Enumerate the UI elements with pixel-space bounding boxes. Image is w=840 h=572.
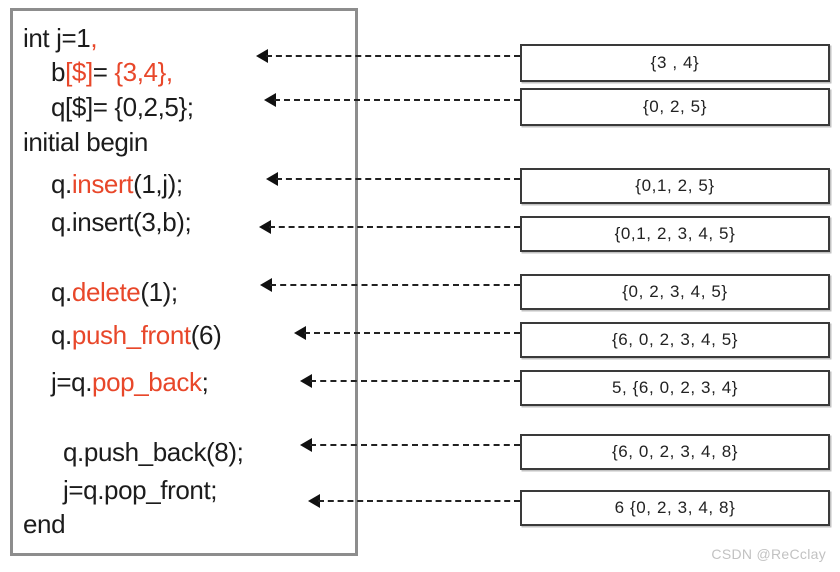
code-text: q.: [51, 320, 72, 350]
result-value: {0, 2, 3, 4, 5}: [622, 282, 728, 301]
result-value: 6 {0, 2, 3, 4, 8}: [614, 498, 736, 517]
code-line: q.push_back(8);: [13, 439, 405, 465]
code-line: b[$]= {3,4},: [13, 59, 393, 85]
code-line: j=q.pop_front;: [13, 477, 405, 503]
code-keyword: ,: [90, 23, 98, 53]
watermark: CSDN @ReCclay: [711, 546, 826, 562]
code-listing: int j=1, b[$]= {3,4}, q[$]= {0,2,5}; initia…: [13, 11, 355, 553]
code-line: q.delete(1);: [13, 279, 393, 305]
code-text: q.: [51, 277, 72, 307]
code-line: q.insert(1,j);: [13, 171, 393, 197]
result-value: {0,1, 2, 5}: [635, 176, 715, 195]
result-value: {3 , 4}: [650, 53, 700, 72]
result-pop-front: 6 {0, 2, 3, 4, 8}: [520, 490, 830, 526]
code-line: q[$]= {0,2,5};: [13, 94, 393, 120]
code-keyword: [$]: [65, 57, 93, 87]
code-line: q.insert(3,b);: [13, 209, 393, 235]
result-pop-back: 5, {6, 0, 2, 3, 4}: [520, 370, 830, 406]
result-delete-1: {0, 2, 3, 4, 5}: [520, 274, 830, 310]
result-push-front: {6, 0, 2, 3, 4, 5}: [520, 322, 830, 358]
code-line: initial begin: [13, 129, 365, 155]
code-panel: int j=1, b[$]= {3,4}, q[$]= {0,2,5}; initia…: [10, 8, 358, 556]
code-text: b: [51, 57, 66, 87]
code-text: q.insert(3,b);: [51, 207, 192, 237]
code-keyword: {3,4},: [114, 57, 173, 87]
code-text: q[$]= {0,2,5};: [51, 92, 194, 122]
code-text: (6): [190, 320, 222, 350]
code-text: q.: [51, 169, 72, 199]
code-text: ;: [201, 367, 209, 397]
code-line: j=q.pop_back;: [13, 369, 393, 395]
result-q-decl: {0, 2, 5}: [520, 88, 830, 126]
result-value: {0,1, 2, 3, 4, 5}: [614, 224, 736, 243]
code-text: end: [23, 509, 66, 539]
code-text: (1);: [140, 277, 178, 307]
result-value: {6, 0, 2, 3, 4, 5}: [611, 330, 739, 349]
code-text: =: [92, 57, 115, 87]
code-text: q.push_back(8);: [63, 437, 244, 467]
result-value: {0, 2, 5}: [642, 97, 707, 116]
code-text: int j=1: [23, 23, 91, 53]
code-line: int j=1,: [13, 25, 365, 51]
result-value: 5, {6, 0, 2, 3, 4}: [611, 378, 739, 397]
code-keyword: insert: [71, 169, 134, 199]
code-text: j=q.pop_front;: [63, 475, 218, 505]
result-value: {6, 0, 2, 3, 4, 8}: [611, 442, 739, 461]
code-text: (1,j);: [133, 169, 183, 199]
code-keyword: push_front: [71, 320, 191, 350]
result-b-decl: {3 , 4}: [520, 44, 830, 82]
code-text: j=q.: [51, 367, 93, 397]
code-line: end: [13, 511, 365, 537]
code-line: q.push_front(6): [13, 322, 393, 348]
result-push-back: {6, 0, 2, 3, 4, 8}: [520, 434, 830, 470]
code-text: initial begin: [23, 127, 148, 157]
code-keyword: delete: [71, 277, 141, 307]
result-insert-1: {0,1, 2, 5}: [520, 168, 830, 204]
result-insert-3: {0,1, 2, 3, 4, 5}: [520, 216, 830, 252]
code-keyword: pop_back: [92, 367, 202, 397]
